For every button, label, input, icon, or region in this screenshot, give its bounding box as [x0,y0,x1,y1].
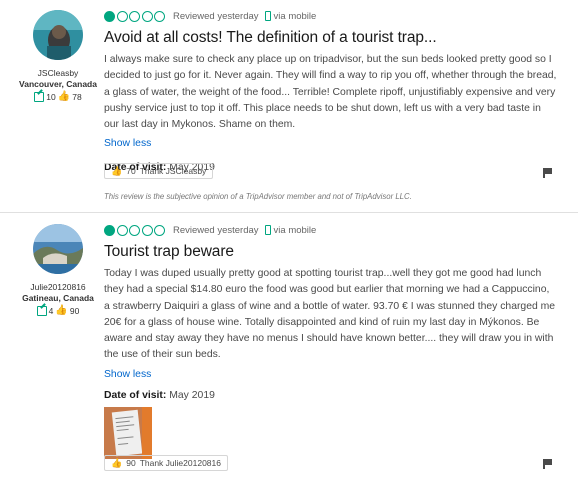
rating-bubble-icon [154,224,165,236]
helpful-count: 78 [72,92,82,102]
rating-bubble-icon [141,224,153,236]
rating-bubble-icon [104,224,115,236]
username[interactable]: Julie20120816 [18,282,98,292]
date-of-visit-value: May 2019 [169,389,215,401]
thumbs-up-icon: 👍 [111,458,123,468]
date-of-visit-label: Date of visit: [104,389,167,401]
rating-bubble-icon [104,10,115,22]
member-location: Vancouver, Canada [19,79,97,89]
bubble-rating [104,224,165,236]
mobile-phone-icon [264,225,271,235]
review-disclaimer: This review is the subjective opinion of… [104,192,412,201]
review-divider [0,212,578,213]
thumbs-up-icon: 👍 [55,305,68,316]
review-body: Today I was duped usually pretty good at… [104,268,556,361]
thanks-count: 90 [126,458,136,468]
report-flag-icon[interactable] [543,168,553,178]
member-info: Julie20120816 Gatineau, Canada 4 👍 90 [18,224,98,316]
thumbs-up-icon: 👍 [111,166,123,176]
rating-bubble-icon [154,10,165,22]
review-card: Julie20120816 Gatineau, Canada 4 👍 90 Re… [0,214,578,481]
review-count-icon [36,306,47,316]
review-count-icon [34,92,45,102]
rating-row: Reviewed yesterday via mobile [104,223,558,237]
avatar[interactable] [33,224,83,274]
review-content: Reviewed yesterday via mobile Avoid at a… [104,9,558,173]
review-title[interactable]: Avoid at all costs! The definition of a … [104,29,558,47]
review-photo[interactable] [104,406,152,459]
show-less-link[interactable]: Show less [104,369,151,380]
thank-label: Thank Julie20120816 [139,458,221,468]
rating-bubble-icon [116,224,128,236]
review-title[interactable]: Tourist trap beware [104,243,558,261]
rating-bubble-icon [141,10,153,22]
rating-row: Reviewed yesterday via mobile [104,9,558,23]
review-count: 4 [48,306,54,316]
avatar[interactable] [33,10,83,60]
username[interactable]: JSCleasby [18,68,98,78]
review-date: Reviewed yesterday [173,224,259,236]
via-mobile: via mobile [264,224,317,236]
via-mobile-label: via mobile [273,10,317,22]
review-content: Reviewed yesterday via mobile Tourist tr… [104,223,558,459]
member-info: JSCleasby Vancouver, Canada 10 👍 78 [18,10,98,102]
thumbs-up-icon: 👍 [57,91,71,102]
member-counts: 10 👍 78 [18,92,98,102]
via-mobile-label: via mobile [273,224,317,236]
rating-bubble-icon [116,10,128,22]
thank-button[interactable]: 👍 70 Thank JSCleasby [104,163,214,179]
review-count: 10 [46,92,56,102]
helpful-count: 90 [69,306,80,316]
review-date: Reviewed yesterday [173,10,259,22]
member-counts: 4 👍 90 [18,306,98,316]
thanks-count: 70 [126,166,136,176]
show-less-link[interactable]: Show less [104,138,151,149]
mobile-phone-icon [264,11,271,21]
date-of-visit: Date of visit: May 2019 [104,390,558,401]
review-card: JSCleasby Vancouver, Canada 10 👍 78 Revi… [0,0,578,212]
thank-button[interactable]: 👍 90 Thank Julie20120816 [104,455,228,471]
rating-bubble-icon [129,224,140,236]
via-mobile: via mobile [264,10,317,22]
review-body: I always make sure to check any place up… [104,54,557,131]
thank-label: Thank JSCleasby [139,166,207,176]
bubble-rating [104,10,165,22]
rating-bubble-icon [129,10,140,22]
report-flag-icon[interactable] [543,459,553,469]
member-location: Gatineau, Canada [22,293,94,303]
